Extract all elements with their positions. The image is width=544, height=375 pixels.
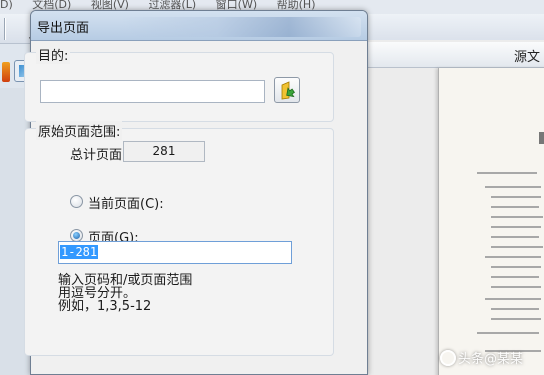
destination-group-label: 目的: (36, 45, 71, 64)
page-heading-mark (539, 132, 544, 144)
document-tab-title: 源文 (513, 50, 540, 65)
current-page-radio[interactable] (70, 195, 83, 208)
page-text-line (485, 298, 541, 300)
watermark-logo-icon (440, 350, 456, 366)
page-range-group-label: 原始页面范围: (36, 121, 123, 140)
menu-item-filter[interactable]: 过滤器(L) (148, 0, 196, 10)
dialog-title: 导出页面 (37, 21, 90, 36)
page-text-line (485, 256, 541, 258)
document-page-preview (438, 68, 544, 375)
current-page-label[interactable]: 当前页面(C): (88, 193, 164, 212)
folder-arrow-icon (281, 81, 295, 100)
page-text-line (491, 318, 541, 320)
page-text-line (491, 276, 539, 278)
watermark: 头条@某某 (458, 352, 524, 367)
page-text-line (491, 206, 539, 208)
pages-help-text: 输入页码和/或页面范围 用逗号分开。 例如，1,3,5-12 (58, 274, 192, 313)
page-text-line (491, 196, 541, 198)
titlebar-glass (121, 17, 361, 37)
page-text-line (477, 172, 537, 174)
page-text-line (491, 308, 539, 310)
menu-item-help[interactable]: 帮助(H) (277, 0, 316, 10)
total-pages-label: 总计页面: (70, 148, 127, 163)
page-text-line (491, 236, 539, 238)
pages-input-selection: 1-281 (60, 245, 99, 259)
page-text-line (491, 286, 541, 288)
page-text-line (491, 246, 543, 248)
page-text-line (491, 266, 541, 268)
browse-button[interactable] (274, 77, 300, 103)
page-text-line (491, 216, 543, 218)
menu-item-window[interactable]: 窗口(W) (216, 0, 257, 10)
document-tab[interactable]: 源文 (368, 42, 544, 68)
destination-path-input[interactable] (40, 80, 265, 103)
menu-item-document[interactable]: 文档(D) (32, 0, 71, 10)
menu-item-view[interactable]: 视图(V) (91, 0, 129, 10)
page-text-line (485, 186, 541, 188)
page-text-line (491, 226, 541, 228)
dialog-titlebar[interactable]: 导出页面 (31, 11, 367, 41)
menu-item-0[interactable]: D) (0, 0, 13, 10)
page-text-line (477, 332, 539, 334)
pages-input[interactable]: 1-281 (58, 241, 292, 264)
help-line: 例如，1,3,5-12 (58, 299, 152, 314)
total-pages-value: 281 (123, 141, 205, 162)
toolbar-grip[interactable] (4, 18, 6, 40)
bookmark-icon[interactable] (2, 62, 10, 82)
